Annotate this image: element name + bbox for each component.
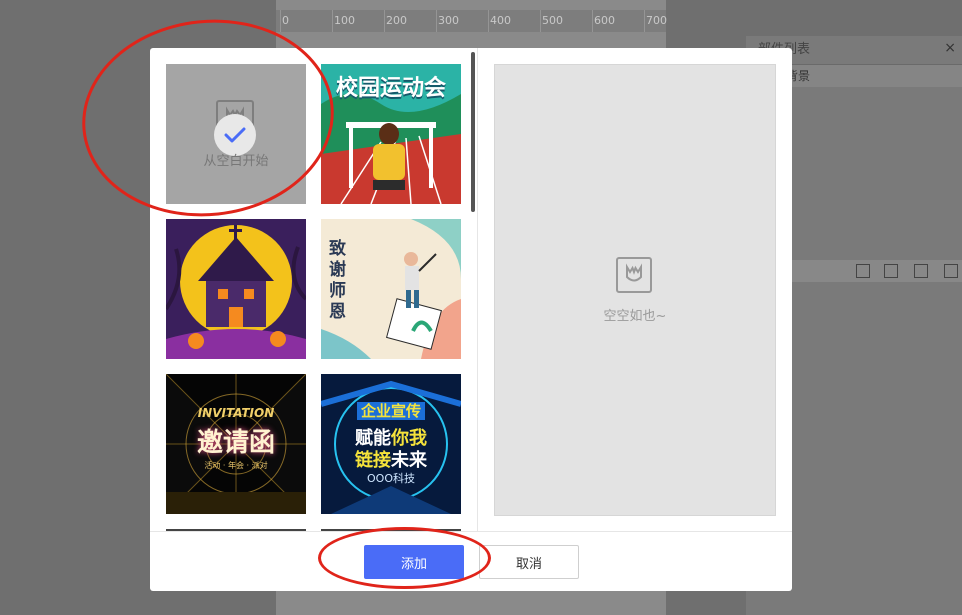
ruler-tick: 700 xyxy=(646,14,667,27)
template-line3: 链接未来 xyxy=(321,446,461,472)
template-teacher-day[interactable]: 致谢师恩 xyxy=(321,219,461,359)
preview-empty-text: 空空如也~ xyxy=(603,309,667,324)
footer-divider xyxy=(150,531,792,532)
template-invitation[interactable]: INVITATION 邀请函 活动 · 年会 · 派对 xyxy=(166,374,306,514)
ruler-tickline xyxy=(488,10,489,32)
align-icon[interactable] xyxy=(856,264,870,278)
ruler-tickline xyxy=(540,10,541,32)
horizontal-ruler: 0 100 200 300 400 500 600 700 xyxy=(276,10,667,32)
cancel-button[interactable]: 取消 xyxy=(479,545,579,579)
empty-icon xyxy=(616,257,652,293)
ruler-tick: 600 xyxy=(594,14,615,27)
ruler-tick: 100 xyxy=(334,14,355,27)
template-preview: 空空如也~ xyxy=(494,64,776,516)
ruler-tickline xyxy=(280,10,281,32)
template-sports-meet[interactable]: 校园运动会 xyxy=(321,64,461,204)
template-line4: OOO科技 xyxy=(367,472,415,485)
template-title: 致谢师恩 xyxy=(329,239,346,322)
template-line3a: 链接 xyxy=(355,450,391,471)
template-subtitle: 活动 · 年会 · 派对 xyxy=(204,461,268,470)
copy-icon[interactable] xyxy=(884,264,898,278)
ruler-tick: 500 xyxy=(542,14,563,27)
template-line1: 企业宣传 xyxy=(321,400,461,421)
close-icon[interactable]: × xyxy=(944,40,956,56)
ruler-tick: 300 xyxy=(438,14,459,27)
template-list-scrollbar[interactable] xyxy=(471,52,475,212)
annotation-circle-add-button xyxy=(318,527,491,589)
ruler-tick: 400 xyxy=(490,14,511,27)
ruler-tick: 200 xyxy=(386,14,407,27)
template-line3b: 未来 xyxy=(391,450,427,471)
template-title: 邀请函 xyxy=(196,428,275,458)
ruler-tickline xyxy=(592,10,593,32)
delete-icon[interactable] xyxy=(944,264,958,278)
ruler-tickline xyxy=(436,10,437,32)
template-title-en: INVITATION xyxy=(197,406,275,420)
ruler-tickline xyxy=(644,10,645,32)
ruler-tickline xyxy=(384,10,385,32)
folder-icon[interactable] xyxy=(914,264,928,278)
template-corporate[interactable]: 企业宣传 赋能你我 链接未来 OOO科技 xyxy=(321,374,461,514)
ruler-tick: 0 xyxy=(282,14,289,27)
ruler-tickline xyxy=(332,10,333,32)
template-title: 校园运动会 xyxy=(335,76,446,101)
vertical-divider xyxy=(477,48,478,531)
template-line1-text: 企业宣传 xyxy=(356,402,425,420)
template-halloween[interactable] xyxy=(166,219,306,359)
